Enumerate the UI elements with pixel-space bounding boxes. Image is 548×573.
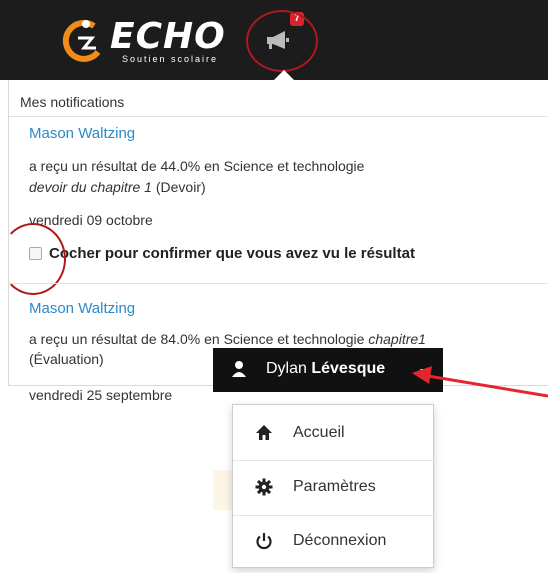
result-text: a reçu un résultat de 84.0% en Science e… [29, 331, 426, 347]
notification-date: vendredi 25 septembre [29, 387, 173, 403]
power-icon [256, 533, 272, 550]
assignment-name: devoir du chapitre 1 [29, 179, 152, 195]
assignment-text: devoir du chapitre 1 (Devoir) [29, 179, 206, 195]
menu-label: Déconnexion [293, 532, 387, 549]
assignment-name: chapitre1 [368, 331, 426, 347]
user-name: Dylan Lévesque [266, 360, 385, 378]
result-text: a reçu un résultat de 44.0% en Science e… [29, 158, 365, 174]
item-divider [9, 283, 548, 284]
user-dropdown-menu: Accueil Paramètres Déconnexion [232, 404, 434, 568]
user-first-name: Dylan [266, 360, 312, 377]
student-link[interactable]: Mason Waltzing [29, 125, 135, 142]
menu-item-parametres[interactable]: Paramètres [233, 461, 433, 515]
user-icon [232, 361, 246, 377]
chevron-down-icon [420, 369, 428, 374]
confirm-label[interactable]: Cocher pour confirmer que vous avez vu l… [49, 245, 415, 262]
result-line: a reçu un résultat de 84.0% en Science e… [29, 331, 369, 347]
assignment-type: (Évaluation) [29, 351, 104, 367]
menu-label: Paramètres [293, 478, 376, 495]
title-divider [9, 116, 548, 117]
logo-mark-icon [62, 19, 101, 62]
logo-tagline: Soutien scolaire [122, 54, 219, 64]
notification-date: vendredi 09 octobre [29, 212, 153, 228]
gear-icon [255, 478, 273, 496]
annotation-circle-checkbox [0, 223, 66, 295]
echo-logo[interactable]: ECHO Soutien scolaire [62, 16, 225, 66]
background-fragment [213, 470, 233, 510]
assignment-type: (Devoir) [151, 179, 206, 195]
menu-label: Accueil [293, 424, 345, 441]
logo-wordmark: ECHO [110, 16, 226, 57]
dropdown-caret [274, 70, 294, 80]
user-last-name: Lévesque [311, 360, 386, 377]
notifications-title: Mes notifications [20, 94, 125, 110]
student-link[interactable]: Mason Waltzing [29, 300, 135, 317]
annotation-circle-notifications [246, 10, 318, 72]
menu-item-deconnexion[interactable]: Déconnexion [233, 515, 433, 569]
user-menu-toggle[interactable]: Dylan Lévesque [213, 348, 443, 392]
menu-item-accueil[interactable]: Accueil [233, 407, 433, 461]
home-icon [256, 425, 272, 440]
